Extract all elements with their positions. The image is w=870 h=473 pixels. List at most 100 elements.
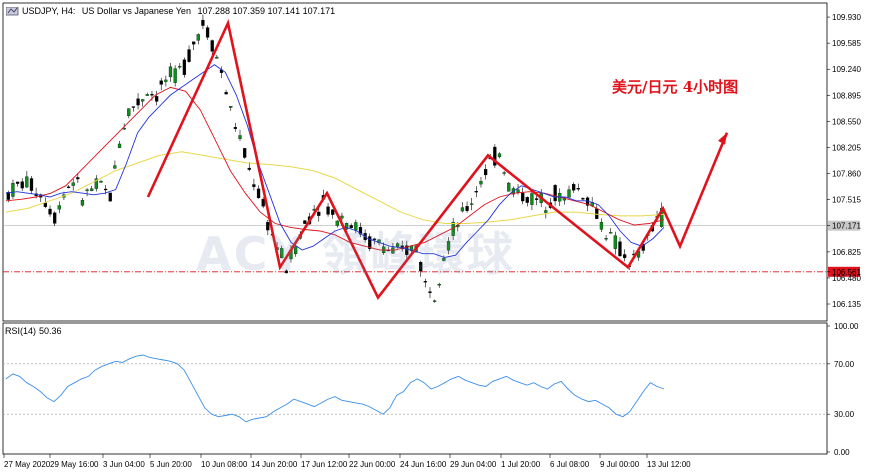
candle-bull — [196, 34, 200, 41]
candle-bear — [136, 98, 140, 106]
candle-bear — [233, 127, 238, 129]
candle-bull — [90, 188, 94, 191]
time-tick-label: 29 Jun 04:00 — [450, 460, 497, 469]
time-tick-label: 10 Jun 08:00 — [201, 460, 248, 469]
candle-bull — [604, 238, 608, 240]
candle-bull — [168, 66, 173, 78]
symbol-description: US Dollar vs Japanese Yen — [81, 6, 191, 16]
time-tick-label: 13 Jul 12:00 — [647, 460, 691, 469]
candle-bull — [141, 99, 145, 102]
candle-bull — [229, 106, 233, 108]
time-tick-label: 1 Jul 20:00 — [501, 460, 541, 469]
time-tick-label: 29 May 16:00 — [50, 460, 99, 469]
candle-bear — [192, 41, 196, 45]
candle-bear — [43, 202, 48, 208]
candle-bull — [71, 182, 75, 186]
candle-bull — [113, 165, 117, 169]
candle-bull — [164, 79, 168, 82]
candle-bear — [20, 181, 24, 189]
candle-bear — [103, 188, 108, 191]
candle-bear — [465, 206, 469, 211]
candle-bull — [479, 181, 483, 185]
rsi-value: 50.36 — [39, 326, 62, 336]
candle-bear — [53, 212, 57, 224]
rsi-header: RSI(14) 50.36 — [5, 326, 65, 336]
candle-bear — [331, 209, 335, 215]
price-tick-label: 109.585 — [832, 39, 861, 48]
candle-bear — [182, 59, 187, 75]
price-tick-label: 106.135 — [832, 300, 861, 309]
candle-bear — [534, 198, 539, 200]
candle-bear — [521, 192, 525, 202]
candle-bear — [210, 40, 214, 52]
time-tick-label: 3 Jun 04:00 — [103, 460, 145, 469]
candle-bear — [581, 198, 585, 200]
candle-bull — [437, 284, 441, 286]
chart-window: 109.930 109.585 109.240 108.895 108.550 108.2… — [0, 0, 870, 473]
candle-bear — [150, 94, 154, 96]
time-tick-label: 6 Jul 08:00 — [550, 460, 590, 469]
candle-bull — [613, 235, 617, 249]
candle-bear — [224, 92, 228, 95]
candle-bull — [470, 203, 474, 205]
price-tick-label: 108.895 — [832, 91, 861, 100]
price-tick-label: 107.171 — [832, 222, 861, 231]
price-tick-label: 109.240 — [832, 65, 861, 74]
candle-bull — [567, 189, 571, 198]
candle-bull — [530, 193, 534, 205]
rsi-tick-label: 0.00 — [834, 448, 850, 457]
candle-bear — [261, 199, 265, 207]
candle-bear — [201, 19, 205, 26]
price-tick-label: 108.205 — [832, 144, 861, 153]
candle-bear — [572, 184, 576, 191]
candle-bear — [576, 188, 580, 190]
candle-bear — [525, 197, 529, 203]
candle-bear — [474, 190, 478, 193]
candle-bear — [243, 148, 247, 158]
rsi-tick-label: 100.00 — [834, 322, 859, 331]
candle-bull — [127, 108, 131, 116]
candle-bear — [76, 177, 80, 180]
candle-bull — [516, 189, 520, 193]
time-tick-label: 24 Jun 16:00 — [400, 460, 447, 469]
price-tick-label: 107.515 — [832, 196, 861, 205]
price-tick-label: 109.930 — [832, 13, 861, 22]
candle-bear — [247, 167, 251, 170]
ohlc-values: 107.288 107.359 107.141 107.171 — [197, 6, 336, 16]
price-tick-label: 106.480 — [832, 274, 861, 283]
candle-bull — [80, 199, 85, 206]
candle-bear — [205, 27, 210, 38]
rsi-tick-label: 70.00 — [834, 360, 855, 369]
chart-header: USDJPY, H4: US Dollar vs Japanese Yen 10… — [22, 6, 339, 16]
time-tick-label: 17 Jun 12:00 — [301, 460, 348, 469]
candle-bull — [215, 56, 219, 59]
candle-bear — [48, 208, 52, 215]
candle-bull — [99, 181, 103, 183]
candle-bear — [131, 106, 136, 108]
candle-bear — [29, 178, 34, 191]
chart-annotation: 美元/日元 4小时图 — [612, 78, 739, 96]
candle-bear — [108, 192, 112, 202]
candle-bear — [66, 186, 71, 188]
candle-bull — [432, 300, 437, 302]
candle-bull — [117, 143, 122, 148]
candle-bull — [25, 176, 29, 188]
candle-bear — [187, 49, 191, 62]
candle-bull — [502, 172, 506, 174]
rsi-panel-frame — [2, 322, 828, 455]
rsi-tick-label: 30.00 — [834, 410, 855, 419]
symbol-label: USDJPY, H4: — [22, 6, 76, 16]
price-tick-label: 106.825 — [832, 248, 861, 257]
time-tick-label: 5 Jun 20:00 — [150, 460, 192, 469]
chart-menu-icon[interactable] — [6, 7, 20, 17]
candle-bull — [497, 153, 502, 158]
candle-bull — [238, 135, 242, 139]
watermark-logo: ACY 領峰環球 — [196, 227, 515, 281]
time-tick-label: 27 May 2020 — [4, 460, 51, 469]
candle-bear — [317, 211, 321, 216]
candle-bear — [326, 206, 330, 215]
candle-bear — [15, 181, 20, 184]
candle-bull — [57, 205, 61, 210]
candle-bull — [544, 210, 548, 213]
candle-bull — [173, 68, 177, 83]
